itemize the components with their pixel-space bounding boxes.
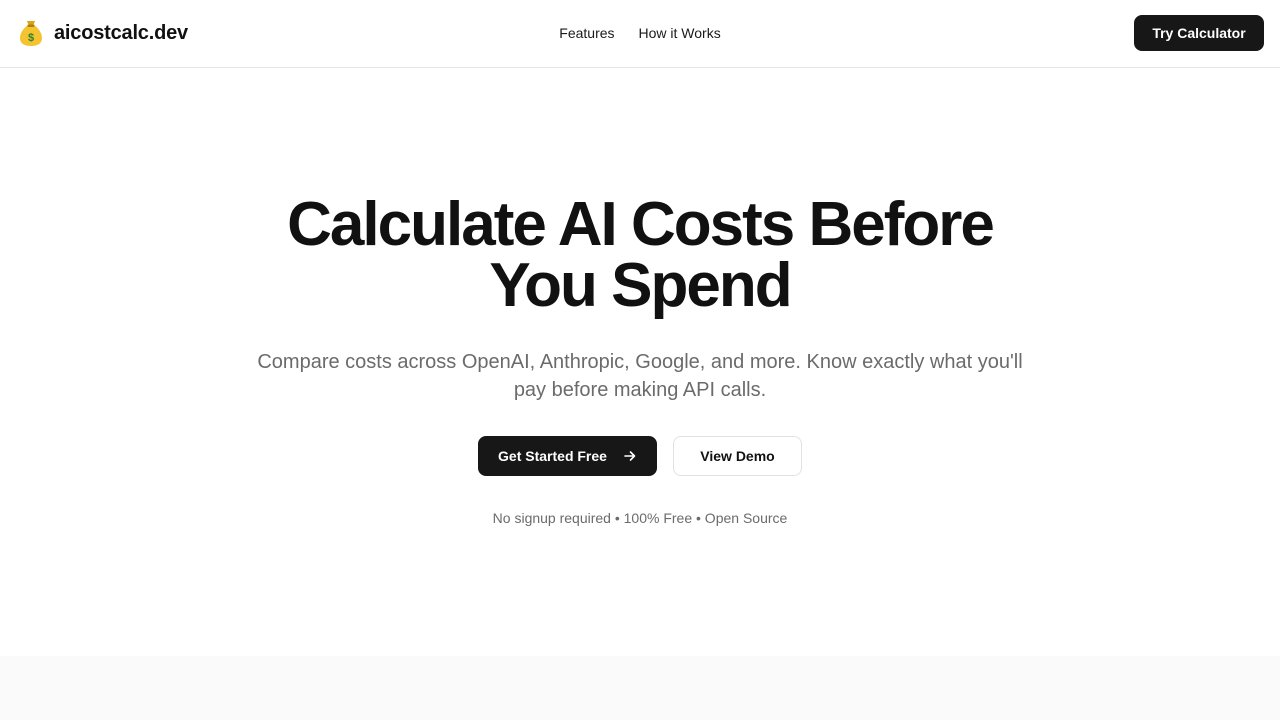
brand-home-link[interactable]: $ aicostcalc.dev xyxy=(16,16,188,50)
hero-title: Calculate AI Costs Before You Spend xyxy=(287,190,995,320)
get-started-label: Get Started Free xyxy=(498,448,607,464)
money-bag-icon: $ xyxy=(20,21,42,46)
top-navbar: $ aicostcalc.dev Features How it Works T… xyxy=(0,0,1280,68)
svg-text:$: $ xyxy=(28,32,34,44)
arrow-right-icon xyxy=(624,451,636,461)
main-nav: Features How it Works xyxy=(0,22,1280,44)
nav-link-features[interactable]: Features xyxy=(559,22,614,44)
next-section xyxy=(0,656,1280,720)
try-calculator-button[interactable]: Try Calculator xyxy=(1134,15,1264,51)
hero-subtitle: Compare costs across OpenAI, Anthropic, … xyxy=(257,351,1023,401)
nav-link-how-it-works[interactable]: How it Works xyxy=(639,22,721,44)
hero-section: Calculate AI Costs Before You Spend Comp… xyxy=(0,68,1280,656)
hero-note: No signup required • 100% Free • Open So… xyxy=(492,510,788,526)
get-started-button[interactable]: Get Started Free xyxy=(478,436,657,476)
view-demo-button[interactable]: View Demo xyxy=(673,436,802,476)
brand-name: aicostcalc.dev xyxy=(54,21,188,44)
hero-actions: Get Started Free View Demo xyxy=(0,436,1280,476)
